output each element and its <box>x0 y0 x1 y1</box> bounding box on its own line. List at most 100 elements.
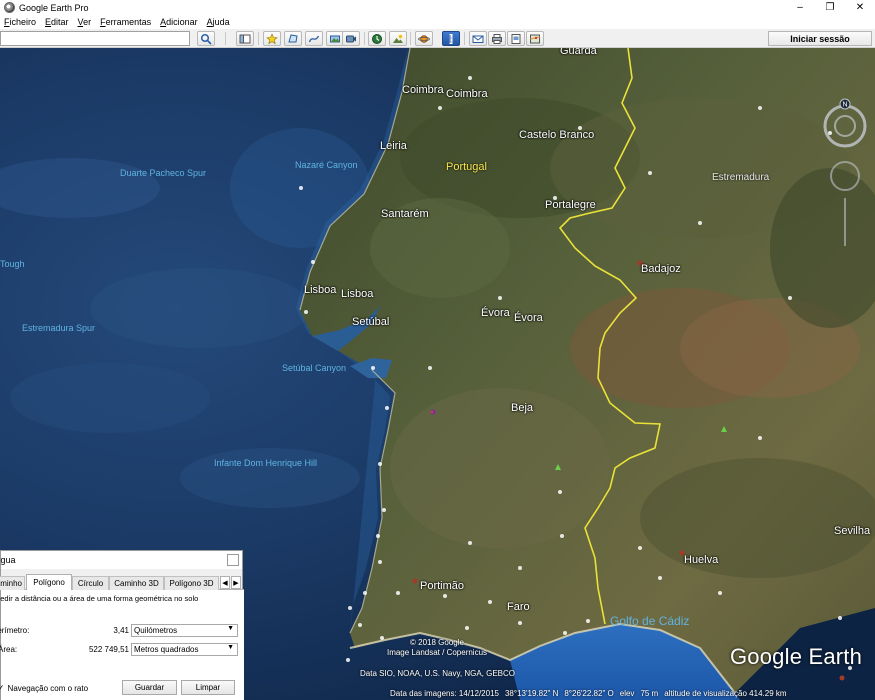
historical-imagery-button[interactable] <box>368 31 386 46</box>
tab-label: Polígono 3D <box>169 579 214 588</box>
title-bar: Google Earth Pro – ❐ ✕ <box>0 0 875 15</box>
mouse-navigation-label: Navegação com o rato <box>7 684 89 693</box>
city-label: Guarda <box>560 48 597 57</box>
area-label: Área: <box>0 645 18 654</box>
ocean-feature-label: Setúbal Canyon <box>282 363 347 373</box>
email-button[interactable] <box>469 31 487 46</box>
mouse-navigation-checkbox[interactable]: ✓ Navegação com o rato <box>0 683 89 694</box>
view-in-maps-button[interactable] <box>526 31 544 46</box>
toolbar-separator <box>225 32 226 45</box>
historical-imagery-icon <box>372 33 382 44</box>
perimeter-unit-select[interactable]: Quilómetros ▼ <box>131 624 238 637</box>
ruler-dialog-title: Régua <box>0 555 16 565</box>
add-polygon-button[interactable] <box>284 31 302 46</box>
perimeter-label: Perímetro: <box>0 626 30 635</box>
menu-ver[interactable]: Ver <box>78 17 92 27</box>
city-label: Setúbal <box>352 316 390 328</box>
city-label: Lisboa <box>341 288 374 300</box>
ruler-panel: Medir a distância ou a área de uma forma… <box>0 590 244 700</box>
window-controls: – ❐ ✕ <box>785 0 875 15</box>
planets-button[interactable] <box>415 31 433 46</box>
ocean-feature-label: Estremadura Spur <box>22 323 96 333</box>
menu-editar[interactable]: Editar <box>45 17 69 27</box>
navigation-controls[interactable]: N <box>820 98 870 248</box>
save-image-button[interactable] <box>507 31 525 46</box>
tab-scroll-left-icon[interactable]: ◀ <box>220 576 230 589</box>
copyright-line: Data SIO, NOAA, U.S. Navy, NGA, GEBCO <box>360 669 515 678</box>
ruler-button[interactable] <box>442 31 460 46</box>
add-path-button[interactable] <box>305 31 323 46</box>
ocean-feature-label: Nazaré Canyon <box>295 160 358 170</box>
city-label: Leiria <box>380 140 407 152</box>
save-button[interactable]: Guardar <box>122 680 177 695</box>
overlay-icon <box>330 35 340 42</box>
menu-ferramentas[interactable]: Ferramentas <box>100 17 151 27</box>
city-label: Portalegre <box>545 199 596 211</box>
search-button[interactable] <box>197 31 215 46</box>
ruler-dialog-title-bar[interactable]: Régua <box>0 551 242 569</box>
ruler-icon <box>449 33 453 44</box>
sidebar-toggle-button[interactable] <box>236 31 254 46</box>
tab-poligono-3d[interactable]: Polígono 3D <box>164 576 219 590</box>
add-placemark-button[interactable] <box>263 31 281 46</box>
eye-altitude: altitude de visualização 414.29 km <box>664 688 787 698</box>
sidebar-toggle-icon <box>239 34 251 43</box>
city-label: Évora <box>481 307 510 319</box>
region-label: Estremadura <box>712 172 770 183</box>
menu-adicionar[interactable]: Adicionar <box>160 17 198 27</box>
city-label: Évora <box>514 312 543 324</box>
record-tour-button[interactable] <box>342 31 360 46</box>
tab-label: Caminho <box>0 579 22 588</box>
elevation-value: 75 m <box>640 688 659 698</box>
city-label: Lisboa <box>304 284 337 296</box>
print-icon <box>492 33 502 44</box>
latitude-readout: 38°13'19.82" N <box>504 688 559 698</box>
google-earth-logo: Google Earth <box>730 644 863 669</box>
look-joystick-icon <box>834 115 856 137</box>
tab-scroll-right-icon[interactable]: ▶ <box>231 576 241 589</box>
perimeter-value: 3,41 <box>113 626 129 635</box>
checkmark-icon: ✓ <box>0 683 5 693</box>
compass-north-letter: N <box>842 102 847 109</box>
tab-caminho-3d[interactable]: Caminho 3D <box>109 576 164 590</box>
perimeter-unit: Quilómetros <box>134 626 178 635</box>
area-unit: Metros quadrados <box>134 645 199 654</box>
print-button[interactable] <box>488 31 506 46</box>
city-label: Portimão <box>420 580 465 592</box>
ocean-feature-label: Tough <box>0 259 25 269</box>
tab-label: Polígono <box>33 578 65 587</box>
area-unit-select[interactable]: Metros quadrados ▼ <box>131 643 238 656</box>
placemark-icon <box>266 32 278 44</box>
toolbar-separator <box>410 32 411 45</box>
ocean-feature-label: Infante Dom Henrique Hill <box>214 458 318 468</box>
chevron-down-icon: ▼ <box>227 644 234 651</box>
minimize-button[interactable]: – <box>785 0 815 15</box>
copyright-line: Image Landsat / Copernicus <box>386 648 488 657</box>
menu-bar: Ficheiro Editar Ver Ferramentas Adiciona… <box>0 15 875 29</box>
toolbar: Iniciar sessão <box>0 29 875 48</box>
menu-ficheiro[interactable]: Ficheiro <box>4 17 36 27</box>
email-icon <box>472 35 484 43</box>
tab-label: Caminho 3D <box>114 579 159 588</box>
toolbar-separator <box>258 32 259 45</box>
sunlight-button[interactable] <box>389 31 407 46</box>
city-label: Huelva <box>684 554 719 566</box>
toolbar-separator <box>464 32 465 45</box>
planets-icon <box>418 34 430 43</box>
tab-circulo[interactable]: Círculo <box>72 576 109 590</box>
close-button[interactable]: ✕ <box>845 0 875 15</box>
search-input[interactable] <box>0 31 190 46</box>
tab-caminho[interactable]: Caminho <box>0 576 25 590</box>
imagery-date: Data das imagens: 14/12/2015 <box>390 688 499 698</box>
menu-ajuda[interactable]: Ajuda <box>207 17 230 27</box>
clear-button[interactable]: Limpar <box>181 680 235 695</box>
city-label: Sevilha <box>834 525 871 537</box>
chevron-down-icon: ▼ <box>227 625 234 632</box>
ruler-dialog: Régua Caminho Polígono Círculo Caminho 3… <box>0 550 244 700</box>
status-bar: Data das imagens: 14/12/2015 38°13'19.82… <box>345 686 875 700</box>
maximize-button[interactable]: ❐ <box>815 0 845 15</box>
sign-in-button[interactable]: Iniciar sessão <box>768 31 872 46</box>
close-icon[interactable] <box>227 554 239 566</box>
tab-poligono[interactable]: Polígono <box>26 574 72 590</box>
google-earth-app-icon <box>4 2 15 13</box>
